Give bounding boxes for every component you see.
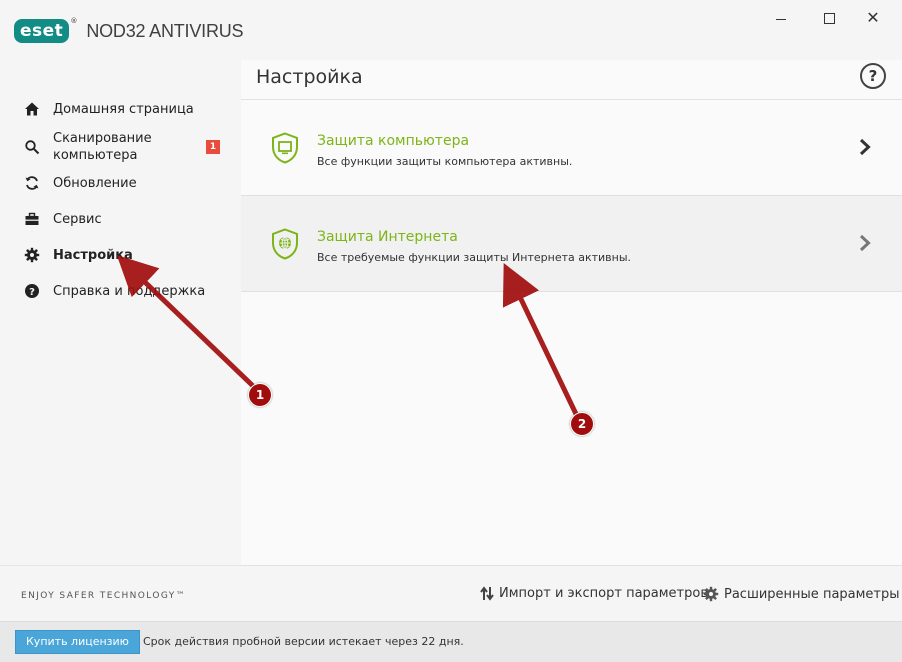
sidebar-item-scan[interactable]: Сканирование компьютера 1 <box>0 130 241 164</box>
page-title: Настройка <box>256 66 363 88</box>
footer-divider <box>241 565 902 566</box>
shield-globe-icon <box>272 228 298 260</box>
status-bar: Купить лицензию Срок действия пробной ве… <box>0 621 902 662</box>
buy-license-button[interactable]: Купить лицензию <box>15 630 140 654</box>
sidebar-item-update[interactable]: Обновление <box>0 168 241 198</box>
logo-badge: eset <box>14 19 70 43</box>
maximize-button[interactable] <box>819 8 839 28</box>
chevron-right-icon <box>859 234 871 252</box>
advanced-settings-label: Расширенные параметры <box>724 586 900 602</box>
sidebar-item-label: Обновление <box>53 175 137 191</box>
gear-icon <box>24 247 40 263</box>
search-icon <box>25 140 40 155</box>
eset-logo: eset ® NOD32 ANTIVIRUS <box>14 17 244 43</box>
eset-window: eset ® NOD32 ANTIVIRUS ✕ Домашняя страни… <box>0 0 902 662</box>
title-bar: eset ® NOD32 ANTIVIRUS ✕ <box>0 0 902 60</box>
card-description: Все функции защиты компьютера активны. <box>317 155 573 168</box>
toolbox-icon <box>25 212 39 225</box>
import-export-link[interactable]: Импорт и экспорт параметров <box>480 586 708 601</box>
scan-alert-badge: 1 <box>206 140 220 154</box>
advanced-settings-link[interactable]: Расширенные параметры <box>703 586 900 602</box>
import-export-icon <box>480 586 494 601</box>
svg-text:?: ? <box>29 287 35 298</box>
sidebar-divider <box>0 565 241 566</box>
sidebar-item-label: Домашняя страница <box>53 101 194 117</box>
sidebar-item-help[interactable]: ? Справка и поддержка <box>0 276 241 306</box>
import-export-label: Импорт и экспорт параметров <box>499 586 708 601</box>
annotation-marker-2: 2 <box>570 412 594 436</box>
trial-expiry-text: Срок действия пробной версии истекает че… <box>143 635 464 648</box>
chevron-right-icon <box>859 138 871 156</box>
registered-mark: ® <box>70 17 78 25</box>
main-panel: Настройка ? Защита компьютера Все функци… <box>241 60 902 602</box>
close-button[interactable]: ✕ <box>863 8 883 28</box>
computer-protection-card[interactable]: Защита компьютера Все функции защиты ком… <box>241 100 902 195</box>
help-circle-icon: ? <box>25 284 39 298</box>
sidebar-item-home[interactable]: Домашняя страница <box>0 94 241 124</box>
internet-protection-card[interactable]: Защита Интернета Все требуемые функции з… <box>241 196 902 291</box>
sidebar-item-label: Справка и поддержка <box>53 283 206 299</box>
card-description: Все требуемые функции защиты Интернета а… <box>317 251 632 264</box>
sidebar-item-setup[interactable]: Настройка <box>0 240 241 270</box>
card-title: Защита компьютера <box>317 133 470 149</box>
tagline: ENJOY SAFER TECHNOLOGY™ <box>21 591 187 601</box>
sidebar-item-label: Сканирование компьютера <box>53 131 152 163</box>
product-name: NOD32 ANTIVIRUS <box>86 20 244 41</box>
minimize-button[interactable] <box>771 8 791 28</box>
help-button[interactable]: ? <box>860 63 886 89</box>
gear-icon <box>703 586 719 602</box>
shield-monitor-icon <box>272 132 298 164</box>
sidebar: Домашняя страница Сканирование компьютер… <box>0 60 241 565</box>
sidebar-item-tools[interactable]: Сервис <box>0 204 241 234</box>
annotation-marker-1: 1 <box>248 383 272 407</box>
sidebar-item-label: Сервис <box>53 211 102 227</box>
card-divider <box>241 291 902 292</box>
home-icon <box>25 102 39 116</box>
refresh-icon <box>25 176 39 190</box>
card-title: Защита Интернета <box>317 229 458 245</box>
sidebar-item-label: Настройка <box>53 247 133 263</box>
